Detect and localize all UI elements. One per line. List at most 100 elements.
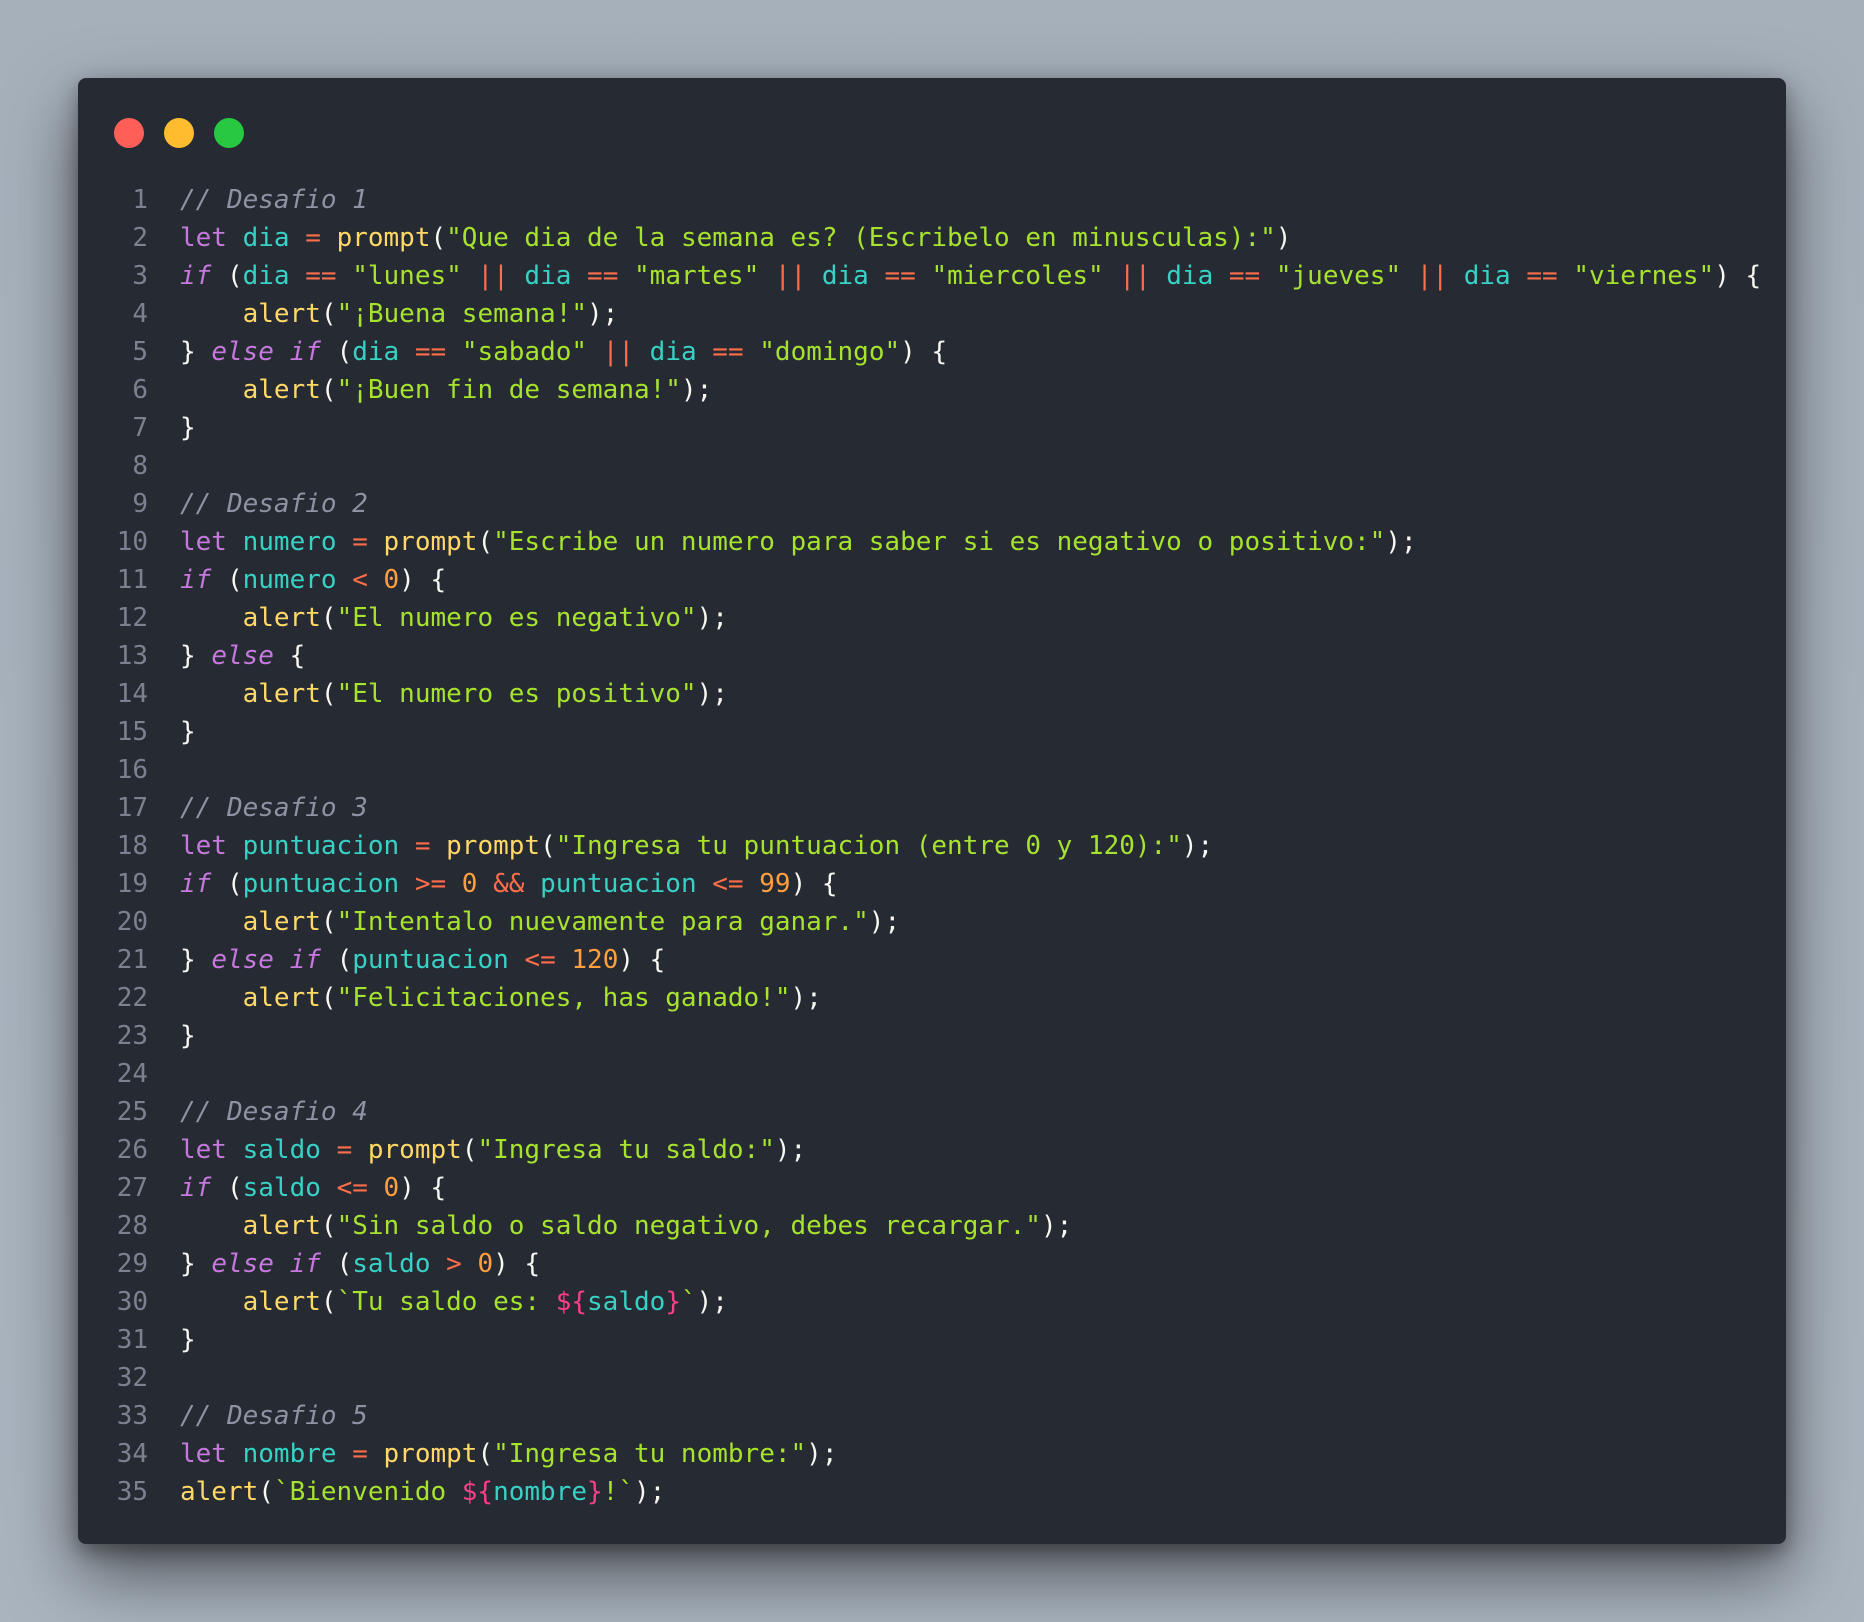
code-text: alert(`Tu saldo es: ${saldo}`); <box>242 1287 728 1317</box>
code-text: let numero = prompt("Escribe un numero p… <box>180 527 1417 557</box>
code-line: 5 } else if (dia == "sabado" || dia == "d… <box>78 333 1761 371</box>
code-line: 6 alert("¡Buen fin de semana!"); <box>78 371 1761 409</box>
code-text: } <box>180 1325 196 1355</box>
code-line: 9 // Desafio 2 <box>78 485 1761 523</box>
line-number: 2 <box>132 223 148 253</box>
line-number: 1 <box>132 185 148 215</box>
code-text: alert("¡Buena semana!"); <box>242 299 619 329</box>
line-number: 34 <box>116 1439 148 1469</box>
code-line: 14 alert("El numero es positivo"); <box>78 675 1761 713</box>
line-number: 27 <box>116 1173 148 1203</box>
line-number: 29 <box>116 1249 148 1279</box>
line-number: 17 <box>116 793 148 823</box>
line-number: 20 <box>116 907 148 937</box>
line-number: 11 <box>116 565 148 595</box>
code-line: 27 if (saldo <= 0) { <box>78 1169 1761 1207</box>
code-text: } else if (saldo > 0) { <box>180 1249 541 1279</box>
code-text: if (numero < 0) { <box>180 565 447 595</box>
maximize-button[interactable] <box>214 118 244 148</box>
code-line: 22 alert("Felicitaciones, has ganado!"); <box>78 979 1761 1017</box>
line-number: 22 <box>116 983 148 1013</box>
line-number: 12 <box>116 603 148 633</box>
minimize-button[interactable] <box>164 118 194 148</box>
code-line: 11 if (numero < 0) { <box>78 561 1761 599</box>
code-text: } else if (puntuacion <= 120) { <box>180 945 666 975</box>
code-text: // Desafio 4 <box>180 1097 368 1127</box>
code-line: 15} <box>78 713 1761 751</box>
line-number: 33 <box>116 1401 148 1431</box>
code-line: 30 alert(`Tu saldo es: ${saldo}`); <box>78 1283 1761 1321</box>
code-line: 4 alert("¡Buena semana!"); <box>78 295 1761 333</box>
code-text: } <box>180 413 196 443</box>
code-text: alert("Felicitaciones, has ganado!"); <box>242 983 822 1013</box>
code-text: } <box>180 717 196 747</box>
code-line: 20 alert("Intentalo nuevamente para gana… <box>78 903 1761 941</box>
line-number: 13 <box>116 641 148 671</box>
window-controls <box>114 118 244 148</box>
code-text: alert("Intentalo nuevamente para ganar."… <box>242 907 901 937</box>
code-text: } <box>180 1021 196 1051</box>
line-number: 15 <box>116 717 148 747</box>
line-number: 31 <box>116 1325 148 1355</box>
code-line: 34 let nombre = prompt("Ingresa tu nombre… <box>78 1435 1761 1473</box>
code-line: 28 alert("Sin saldo o saldo negativo, de… <box>78 1207 1761 1245</box>
code-line: 25 // Desafio 4 <box>78 1093 1761 1131</box>
line-number: 28 <box>116 1211 148 1241</box>
code-line: 8 <box>78 447 1761 485</box>
code-text: alert("El numero es negativo"); <box>242 603 728 633</box>
line-number: 35 <box>116 1477 148 1507</box>
code-line: 2 let dia = prompt("Que dia de la semana … <box>78 219 1761 257</box>
line-number: 9 <box>132 489 148 519</box>
code-text: let saldo = prompt("Ingresa tu saldo:"); <box>180 1135 807 1165</box>
code-line: 7} <box>78 409 1761 447</box>
code-text: alert("Sin saldo o saldo negativo, debes… <box>242 1211 1073 1241</box>
code-text: let nombre = prompt("Ingresa tu nombre:"… <box>180 1439 838 1469</box>
code-line: 18 let puntuacion = prompt("Ingresa tu pu… <box>78 827 1761 865</box>
code-text: // Desafio 2 <box>180 489 368 519</box>
code-line: 19 if (puntuacion >= 0 && puntuacion <= 9… <box>78 865 1761 903</box>
line-number: 21 <box>116 945 148 975</box>
code-window: 1 // Desafio 1 2 let dia = prompt("Que dia … <box>78 78 1786 1544</box>
code-text: alert(`Bienvenido ${nombre}!`); <box>180 1477 666 1507</box>
code-line: 23} <box>78 1017 1761 1055</box>
code-line: 33 // Desafio 5 <box>78 1397 1761 1435</box>
code-text: if (dia == "lunes" || dia == "martes" ||… <box>180 261 1762 291</box>
line-number: 30 <box>116 1287 148 1317</box>
line-number: 18 <box>116 831 148 861</box>
code-line: 31} <box>78 1321 1761 1359</box>
code-line: 24 <box>78 1055 1761 1093</box>
line-number: 25 <box>116 1097 148 1127</box>
code-text: if (puntuacion >= 0 && puntuacion <= 99)… <box>180 869 838 899</box>
code-text: alert("El numero es positivo"); <box>242 679 728 709</box>
code-line: 13 } else { <box>78 637 1761 675</box>
code-text: alert("¡Buen fin de semana!"); <box>242 375 713 405</box>
code-text: } else { <box>180 641 306 671</box>
code-text: } else if (dia == "sabado" || dia == "do… <box>180 337 948 367</box>
line-number: 24 <box>116 1059 148 1089</box>
code-line: 26 let saldo = prompt("Ingresa tu saldo:"… <box>78 1131 1761 1169</box>
code-text: let puntuacion = prompt("Ingresa tu punt… <box>180 831 1214 861</box>
line-number: 16 <box>116 755 148 785</box>
code-line: 29 } else if (saldo > 0) { <box>78 1245 1761 1283</box>
line-number: 10 <box>116 527 148 557</box>
line-number: 5 <box>132 337 148 367</box>
line-number: 23 <box>116 1021 148 1051</box>
code-text: if (saldo <= 0) { <box>180 1173 447 1203</box>
code-line: 12 alert("El numero es negativo"); <box>78 599 1761 637</box>
line-number: 26 <box>116 1135 148 1165</box>
line-number: 7 <box>132 413 148 443</box>
code-block: 1 // Desafio 1 2 let dia = prompt("Que dia … <box>78 181 1762 1511</box>
code-text: // Desafio 3 <box>180 793 368 823</box>
line-number: 4 <box>132 299 148 329</box>
code-text: // Desafio 1 <box>180 185 368 215</box>
line-number: 8 <box>132 451 148 481</box>
line-number: 3 <box>132 261 148 291</box>
line-number: 14 <box>116 679 148 709</box>
close-button[interactable] <box>114 118 144 148</box>
code-line: 3 if (dia == "lunes" || dia == "martes" |… <box>78 257 1761 295</box>
code-line: 1 // Desafio 1 <box>78 181 1761 219</box>
code-line: 35 alert(`Bienvenido ${nombre}!`); <box>78 1473 1761 1511</box>
